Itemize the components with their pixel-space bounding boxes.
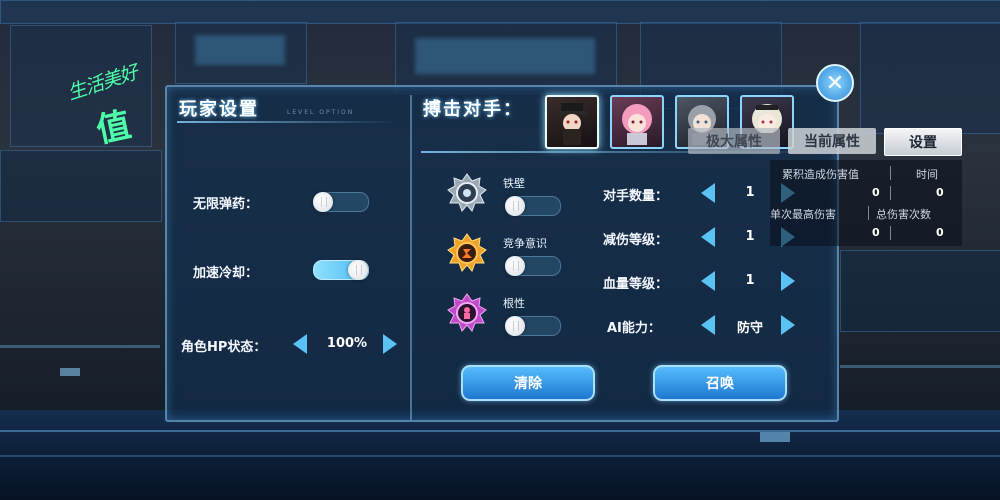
opponent-count-label: 对手数量： xyxy=(603,189,669,204)
toggle-knob xyxy=(505,196,525,216)
floor-stripe xyxy=(840,365,1000,368)
infinite-ammo-label: 无限弹药： xyxy=(193,197,259,212)
total-hits-label: 总伤害次数 xyxy=(876,208,931,221)
opponent-count-value: 1 xyxy=(745,185,755,200)
opponent-1-icon xyxy=(557,103,587,145)
competition-toggle[interactable] xyxy=(505,256,561,276)
watermark-text: 生活美好 xyxy=(64,61,141,105)
cumulative-damage-label: 累积造成伤害值 xyxy=(782,168,859,181)
bg-screen-glow xyxy=(195,35,285,65)
section-divider xyxy=(410,95,412,420)
ceiling xyxy=(0,0,1000,24)
competition-label: 竞争意识 xyxy=(503,237,547,250)
guts-toggle[interactable] xyxy=(505,316,561,336)
cumulative-damage-value: 0 xyxy=(872,186,880,199)
watermark: 生活美好 值 xyxy=(58,40,168,151)
bg-panel-right xyxy=(860,22,1000,134)
hp-level-label: 血量等级： xyxy=(603,277,669,292)
title-underline xyxy=(177,121,397,123)
summon-button[interactable]: 召唤 xyxy=(653,365,787,401)
damage-stats-panel: 累积造成伤害值 时间 0 0 单次最高伤害 总伤害次数 0 0 xyxy=(770,160,962,246)
stat-separator xyxy=(868,206,869,220)
damage-reduction-decrease[interactable] xyxy=(701,227,715,247)
hp-level-increase[interactable] xyxy=(781,271,795,291)
opponent-count-decrease[interactable] xyxy=(701,183,715,203)
floor-stripe xyxy=(0,345,160,348)
close-icon: ✕ xyxy=(825,70,845,96)
ai-ability-label: AI能力： xyxy=(607,321,661,336)
max-single-damage-label: 单次最高伤害 xyxy=(770,208,836,221)
stat-separator xyxy=(890,166,891,180)
infinite-ammo-toggle[interactable] xyxy=(313,192,369,212)
damage-reduction-value: 1 xyxy=(745,229,755,244)
ai-ability-decrease[interactable] xyxy=(701,315,715,335)
ai-ability-increase[interactable] xyxy=(781,315,795,335)
opponent-title: 搏击对手： xyxy=(423,99,523,120)
floor-light xyxy=(60,368,80,376)
fast-cooldown-toggle[interactable] xyxy=(313,260,369,280)
hp-increase-arrow[interactable] xyxy=(383,334,397,354)
player-settings-title: 玩家设置 xyxy=(179,99,259,120)
guts-label: 根性 xyxy=(503,297,525,310)
floor-line xyxy=(0,455,1000,457)
opponent-2-icon xyxy=(622,104,652,145)
iron-wall-icon xyxy=(447,173,487,213)
time-value: 0 xyxy=(936,186,944,199)
toggle-knob xyxy=(505,256,525,276)
stat-separator xyxy=(890,186,891,200)
toggle-knob xyxy=(505,316,525,336)
guts-icon xyxy=(447,293,487,333)
tab-settings[interactable]: 设置 xyxy=(884,128,962,156)
bg-wall xyxy=(840,250,1000,332)
stat-separator xyxy=(890,226,891,240)
iron-wall-toggle[interactable] xyxy=(505,196,561,216)
player-settings-subtitle: LEVEL OPTION xyxy=(287,109,355,116)
damage-reduction-label: 减伤等级： xyxy=(603,233,669,248)
close-button[interactable]: ✕ xyxy=(816,64,854,102)
hp-decrease-arrow[interactable] xyxy=(293,334,307,354)
opponent-portrait-1[interactable] xyxy=(545,95,599,149)
max-single-damage-value: 0 xyxy=(872,226,880,239)
toggle-knob xyxy=(313,192,333,212)
hp-state-value: 100% xyxy=(326,336,368,351)
tab-max-attributes[interactable]: 极大属性 xyxy=(688,128,780,154)
ai-ability-value: 防守 xyxy=(736,321,763,336)
hp-state-label: 角色HP状态： xyxy=(181,340,267,355)
floor-line xyxy=(0,430,1000,432)
iron-wall-label: 铁壁 xyxy=(503,177,525,190)
opponent-portrait-2[interactable] xyxy=(610,95,664,149)
time-label: 时间 xyxy=(916,168,938,181)
bg-screen-glow xyxy=(415,38,595,74)
total-hits-value: 0 xyxy=(936,226,944,239)
clear-button[interactable]: 清除 xyxy=(461,365,595,401)
bg-wall xyxy=(0,150,162,222)
hp-level-decrease[interactable] xyxy=(701,271,715,291)
hp-level-value: 1 xyxy=(745,273,755,288)
competition-icon xyxy=(447,233,487,273)
tab-current-attributes[interactable]: 当前属性 xyxy=(788,128,876,154)
floor-light xyxy=(760,432,790,442)
toggle-knob xyxy=(348,260,368,280)
fast-cooldown-label: 加速冷却： xyxy=(193,266,259,281)
